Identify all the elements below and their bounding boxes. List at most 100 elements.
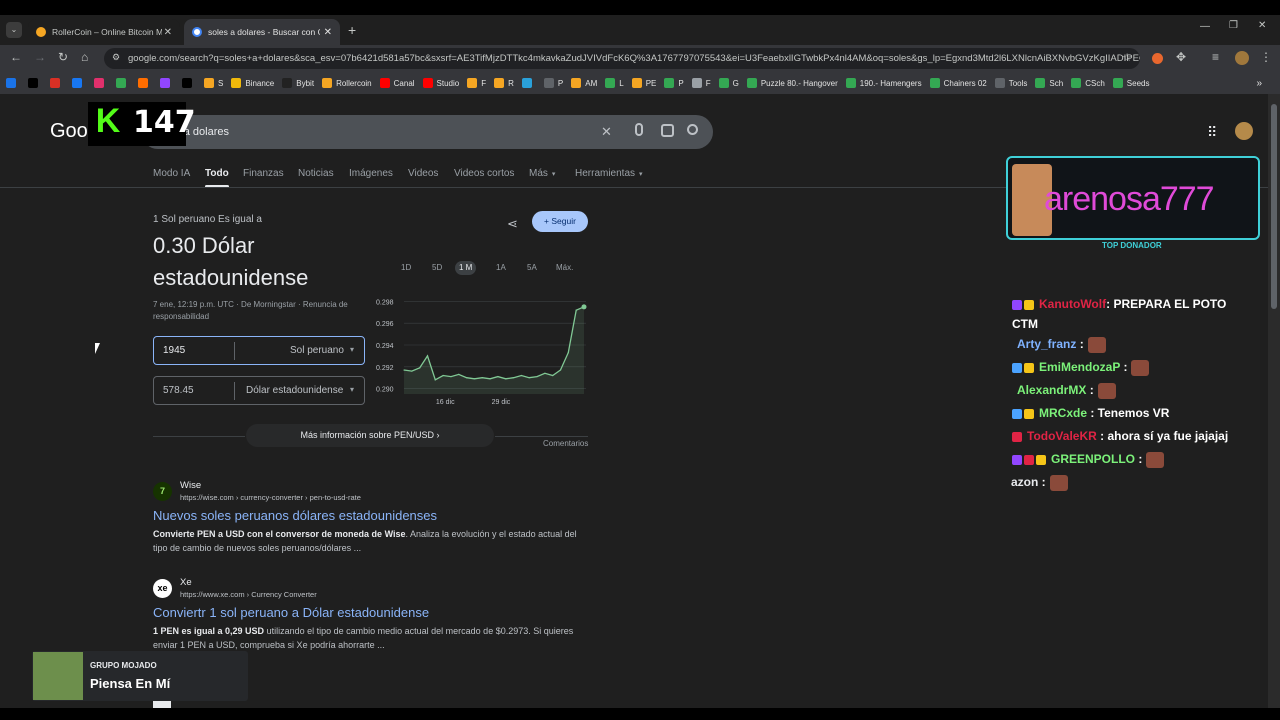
tab-google-search[interactable]: soles a dolares - Buscar con Google ✕ [184, 19, 340, 45]
reload-icon[interactable]: ↻ [58, 50, 68, 64]
bookmark-item[interactable]: CSch [1071, 78, 1105, 88]
page-scrollbar[interactable] [1268, 94, 1280, 708]
range-button-4[interactable]: 1A [492, 261, 510, 275]
tab-videos[interactable]: Videos [408, 168, 438, 179]
bookmark-item[interactable]: Seeds [1112, 78, 1149, 88]
bookmark-item[interactable] [72, 78, 86, 88]
bookmark-item[interactable] [521, 78, 536, 88]
browser-menu-icon[interactable]: ⋮ [1260, 50, 1272, 64]
bookmark-item[interactable]: L [605, 78, 624, 88]
bookmark-item[interactable]: P [664, 78, 684, 88]
bookmark-item[interactable]: Binance [231, 78, 274, 88]
range-button-6[interactable]: Máx. [552, 261, 577, 275]
bookmark-item[interactable]: Canal [379, 78, 415, 88]
chat-username[interactable]: azon [1011, 475, 1038, 489]
bookmark-item[interactable]: F [467, 78, 486, 88]
tab-herramientas[interactable]: Herramientas ▾ [575, 168, 643, 179]
tab-m-s[interactable]: Más ▾ [529, 168, 555, 179]
result-site-name[interactable]: Wise [180, 480, 201, 491]
bookmark-item[interactable]: S [204, 78, 223, 88]
scrollbar-thumb[interactable] [1271, 104, 1277, 309]
bookmark-item[interactable] [116, 78, 130, 88]
bookmark-item[interactable] [138, 78, 152, 88]
bookmark-item[interactable]: G [718, 78, 739, 88]
range-button-2[interactable]: 5D [428, 261, 446, 275]
bookmark-star-icon[interactable]: ☆ [1122, 51, 1132, 64]
tab-noticias[interactable]: Noticias [298, 168, 334, 179]
home-icon[interactable]: ⌂ [81, 50, 88, 64]
bookmark-item[interactable]: Bybit [282, 78, 314, 88]
minimize-icon[interactable]: — [1200, 21, 1210, 32]
bookmark-item[interactable] [94, 78, 108, 88]
close-window-icon[interactable]: ✕ [1258, 20, 1266, 31]
follow-button[interactable]: + Seguir [532, 211, 588, 232]
chat-username[interactable]: TodoValeKR [1027, 429, 1097, 443]
bookmark-item[interactable]: 190.- Hamengers [845, 78, 922, 88]
bookmark-item[interactable] [6, 78, 20, 88]
tab-todo[interactable]: Todo [205, 168, 229, 188]
to-currency-select[interactable]: Dólar estadounidense [246, 385, 343, 396]
chat-username[interactable]: MRCxde [1039, 406, 1087, 420]
range-button-1[interactable]: 1D [397, 261, 415, 275]
forward-arrow-icon[interactable]: → [34, 50, 46, 64]
chat-username[interactable]: EmiMendozaP [1039, 360, 1120, 374]
bookmark-item[interactable]: Chainers 02 [929, 78, 987, 88]
result-url[interactable]: https://wise.com › currency-converter › … [180, 493, 361, 502]
bookmark-item[interactable] [160, 78, 174, 88]
from-currency-field[interactable]: 1945 Sol peruano ▾ [153, 336, 365, 365]
bookmark-item[interactable] [28, 78, 42, 88]
range-button-5[interactable]: 5A [523, 261, 541, 275]
share-icon[interactable]: ⋖ [507, 216, 518, 232]
from-currency-select[interactable]: Sol peruano [290, 345, 344, 356]
tab-finanzas[interactable]: Finanzas [243, 168, 284, 179]
tab-modo-ia[interactable]: Modo IA [153, 168, 190, 179]
bookmark-item[interactable] [50, 78, 64, 88]
bookmark-item[interactable]: Studio [422, 78, 459, 88]
more-bookmarks-icon[interactable]: » [1256, 78, 1262, 89]
account-avatar[interactable] [1235, 122, 1253, 140]
result-site-name[interactable]: Xe [180, 577, 192, 588]
search-box[interactable]: soles a dolares ✕ [141, 115, 713, 149]
close-tab-icon[interactable]: ✕ [324, 27, 332, 38]
extension-fox-icon[interactable] [1152, 53, 1163, 64]
more-info-button[interactable]: Más información sobre PEN/USD › [246, 424, 494, 447]
result-url[interactable]: https://www.xe.com › Currency Converter [180, 590, 317, 599]
address-bar[interactable]: ⚙ google.com/search?q=soles+a+dolares&sc… [104, 48, 1140, 69]
result-title-link[interactable]: Conviertr 1 sol peruano a Dólar estadoun… [153, 605, 429, 620]
site-info-icon[interactable]: ⚙ [112, 52, 120, 63]
bookmark-item[interactable] [182, 78, 196, 88]
maximize-icon[interactable]: ❐ [1229, 20, 1238, 31]
profile-avatar[interactable] [1235, 51, 1249, 65]
extensions-icon[interactable]: ✥ [1176, 50, 1186, 64]
to-currency-field[interactable]: 578.45 Dólar estadounidense ▾ [153, 376, 365, 405]
bookmark-item[interactable]: F [691, 78, 711, 88]
result-title-link[interactable]: Nuevos soles peruanos dólares estadounid… [153, 508, 437, 523]
to-amount[interactable]: 578.45 [163, 385, 194, 396]
clear-search-icon[interactable]: ✕ [601, 124, 612, 140]
bookmark-item[interactable]: Rollercoin [322, 78, 372, 88]
chat-username[interactable]: KanutoWolf [1039, 297, 1106, 311]
comments-link[interactable]: Comentarios [543, 439, 588, 448]
bookmark-item[interactable]: Sch [1035, 78, 1063, 88]
bookmark-item[interactable]: P [543, 78, 563, 88]
exchange-rate-chart[interactable]: 0.298 0.296 0.294 0.292 0.290 16 dic 29 dic [370, 290, 590, 410]
google-apps-icon[interactable]: ⠿ [1207, 124, 1217, 141]
new-tab-button[interactable]: + [348, 22, 356, 38]
search-icon[interactable] [687, 124, 698, 135]
tab-im-genes[interactable]: Imágenes [349, 168, 393, 179]
bookmark-item[interactable]: AM [571, 78, 597, 88]
tab-videos-cortos[interactable]: Videos cortos [454, 168, 514, 179]
from-amount[interactable]: 1945 [163, 345, 185, 356]
bookmark-item[interactable]: PE [631, 78, 656, 88]
chat-username[interactable]: GREENPOLLO [1051, 452, 1135, 466]
tab-rollercoin[interactable]: RollerCoin – Online Bitcoin Mining ✕ [28, 19, 180, 45]
back-arrow-icon[interactable]: ← [10, 50, 22, 64]
voice-search-icon[interactable] [635, 123, 643, 136]
range-button-3[interactable]: 1 M [455, 261, 477, 275]
lens-search-icon[interactable] [661, 124, 674, 137]
tab-list-dropdown-icon[interactable]: ⌄ [6, 22, 22, 38]
bookmark-item[interactable]: Puzzle 80.- Hangover [746, 78, 838, 88]
bookmark-item[interactable]: R [494, 78, 514, 88]
bookmark-item[interactable]: Tools [994, 78, 1027, 88]
chat-username[interactable]: Arty_franz [1017, 337, 1076, 351]
